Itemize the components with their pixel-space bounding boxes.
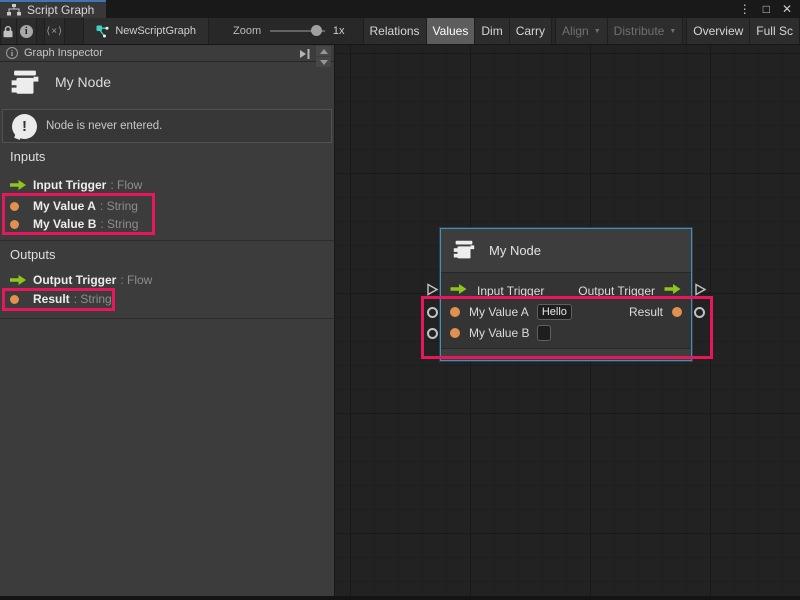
- toolbar-button-relations[interactable]: Relations: [363, 18, 427, 45]
- lock-icon: [2, 25, 14, 38]
- section-divider: [0, 318, 334, 319]
- port-name: Input Trigger: [33, 178, 106, 192]
- unit-node-icon: [451, 238, 477, 264]
- inputs-section-header: Inputs: [10, 149, 45, 164]
- inspector-port-output-trigger[interactable]: Output Trigger : Flow: [10, 271, 152, 289]
- warning-icon: !: [12, 114, 37, 139]
- toolbar-group-arrange: Align ▼ Distribute ▼: [555, 18, 683, 45]
- inspected-node-heading: My Node: [0, 63, 334, 109]
- flow-arrow-icon: [10, 274, 27, 286]
- warning-box: ! Node is never entered.: [2, 109, 332, 143]
- tab-bar: Script Graph ⋮ □ ✕: [0, 0, 800, 18]
- highlight-box-input-values: [2, 193, 155, 235]
- arrow-up-icon: [320, 49, 328, 54]
- button-label: Distribute: [614, 24, 665, 38]
- port-type: : Flow: [120, 273, 152, 287]
- button-label: Overview: [693, 24, 743, 38]
- section-divider: [0, 240, 334, 241]
- highlight-box-node-values: [421, 296, 713, 359]
- graph-asset-name: NewScriptGraph: [115, 25, 196, 37]
- tab-title: Script Graph: [27, 3, 94, 17]
- inspected-node-title: My Node: [55, 74, 111, 109]
- button-label: Values: [433, 24, 469, 38]
- button-label: Full Sc: [756, 24, 793, 38]
- highlight-box-result: [2, 288, 115, 311]
- toolbar-button-distribute[interactable]: Distribute ▼: [608, 18, 684, 45]
- graph-inspector-header: i Graph Inspector: [0, 45, 334, 62]
- chevron-down-icon: ▼: [594, 28, 601, 35]
- inspector-toggle-button[interactable]: i: [17, 18, 37, 44]
- graph-toolbar: i ⟨×⟩ NewScriptGraph Zoom 1x Relations V: [0, 18, 800, 45]
- info-icon: i: [20, 25, 33, 38]
- window-maximize-icon[interactable]: □: [763, 2, 770, 16]
- script-graph-asset-icon: [96, 25, 109, 38]
- toolbar-button-align[interactable]: Align ▼: [555, 18, 608, 45]
- dock-panel-button[interactable]: [297, 47, 312, 60]
- dock-icon: [298, 48, 311, 60]
- tab-script-graph[interactable]: Script Graph: [0, 0, 106, 18]
- info-icon: i: [6, 47, 18, 59]
- toolbar-button-carry[interactable]: Carry: [510, 18, 552, 45]
- node-title: My Node: [489, 243, 541, 258]
- button-label: Carry: [516, 24, 545, 38]
- panel-title: Graph Inspector: [24, 47, 103, 59]
- zoom-label: Zoom: [233, 25, 261, 37]
- button-label: Relations: [370, 24, 420, 38]
- toolbar-group-overlays: Relations Values Dim Carry: [363, 18, 553, 45]
- zoom-slider-handle[interactable]: [311, 25, 322, 36]
- button-label: Dim: [481, 24, 502, 38]
- edit-code-button[interactable]: ⟨×⟩: [44, 18, 65, 44]
- window-bottom-edge: [0, 596, 800, 600]
- graph-hierarchy-icon: [7, 4, 21, 16]
- chevron-down-icon: ▼: [669, 28, 676, 35]
- graph-asset-field[interactable]: NewScriptGraph: [83, 18, 209, 44]
- script-graph-window: Script Graph ⋮ □ ✕ i ⟨×⟩: [0, 0, 800, 600]
- warning-text: Node is never entered.: [46, 120, 162, 132]
- window-close-icon[interactable]: ✕: [782, 2, 792, 16]
- toolbar-spacer: [37, 18, 44, 44]
- toolbar-group-view: Overview Full Sc: [686, 18, 800, 45]
- scroll-up-button[interactable]: [316, 46, 331, 56]
- toolbar-button-dim[interactable]: Dim: [475, 18, 509, 45]
- window-menu-icon[interactable]: ⋮: [739, 2, 751, 16]
- port-name: Output Trigger: [33, 273, 116, 287]
- outputs-section-header: Outputs: [10, 247, 56, 262]
- lock-button[interactable]: [0, 18, 17, 44]
- unit-node-icon: [8, 67, 42, 101]
- port-type: : Flow: [110, 178, 142, 192]
- graph-inspector-panel: i Graph Inspector: [0, 45, 335, 596]
- zoom-value: 1x: [333, 25, 345, 37]
- window-controls: ⋮ □ ✕: [739, 0, 792, 18]
- code-icon: ⟨×⟩: [46, 26, 63, 37]
- button-label: Align: [562, 24, 589, 38]
- toolbar-button-fullscreen[interactable]: Full Sc: [750, 18, 800, 45]
- graph-canvas[interactable]: My Node Input Trigger Output Trigger My …: [335, 45, 800, 596]
- toolbar-button-values[interactable]: Values: [427, 18, 476, 45]
- toolbar-button-overview[interactable]: Overview: [686, 18, 750, 45]
- zoom-slider[interactable]: [270, 30, 325, 32]
- inspector-port-input-trigger[interactable]: Input Trigger : Flow: [10, 176, 142, 194]
- flow-arrow-icon: [10, 179, 27, 191]
- warning-icon-circle: !: [12, 114, 37, 139]
- node-header[interactable]: My Node: [441, 229, 691, 273]
